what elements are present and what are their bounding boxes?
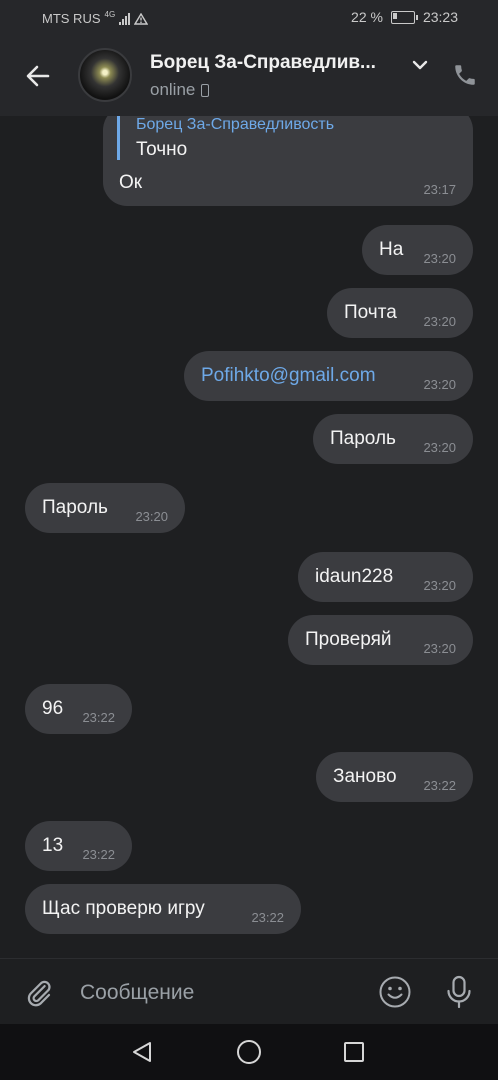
message-text: Пароль bbox=[42, 497, 108, 518]
status-bar: MTS RUS 4G 22 % 23:23 bbox=[0, 0, 498, 36]
phone-icon[interactable] bbox=[452, 62, 478, 88]
message-time: 23:17 bbox=[423, 182, 456, 197]
warning-icon bbox=[134, 12, 149, 25]
message-text: 96 bbox=[42, 698, 64, 719]
message-bubble-outgoing[interactable]: Pofihkto@gmail.com 23:20 bbox=[184, 351, 473, 401]
message-time: 23:20 bbox=[135, 509, 168, 524]
composer-bar: Сообщение bbox=[0, 958, 498, 1025]
message-bubble-outgoing[interactable]: Пароль 23:20 bbox=[313, 414, 473, 464]
nav-home-icon[interactable] bbox=[237, 1040, 261, 1064]
message-text: Ок bbox=[119, 172, 143, 193]
chat-header: Борец За-Справедлив... online bbox=[0, 36, 498, 116]
message-text: Заново bbox=[333, 766, 397, 787]
message-time: 23:22 bbox=[251, 910, 284, 925]
system-nav-bar bbox=[0, 1024, 498, 1080]
message-text: Почта bbox=[344, 302, 397, 323]
message-bubble-outgoing[interactable]: Почта 23:20 bbox=[327, 288, 473, 338]
message-bubble-outgoing[interactable]: На 23:20 bbox=[362, 225, 473, 275]
chat-title[interactable]: Борец За-Справедлив... bbox=[150, 52, 376, 74]
screen: MTS RUS 4G 22 % 23:23 Борец За-Справедли… bbox=[0, 0, 498, 1080]
message-text: На bbox=[379, 239, 404, 260]
message-text: 13 bbox=[42, 835, 64, 856]
message-list[interactable]: Борец За-Справедливость Точно Ок 23:17 Н… bbox=[0, 116, 498, 958]
message-time: 23:20 bbox=[423, 314, 456, 329]
arrow-left-icon[interactable] bbox=[22, 60, 54, 92]
message-time: 23:22 bbox=[82, 847, 115, 862]
signal-icon bbox=[119, 12, 131, 25]
message-time: 23:20 bbox=[423, 377, 456, 392]
message-bubble-outgoing[interactable]: Заново 23:22 bbox=[316, 752, 473, 802]
quote-text: Точно bbox=[136, 139, 188, 160]
carrier-name: MTS RUS bbox=[42, 11, 101, 26]
battery-icon bbox=[390, 10, 418, 24]
email-link[interactable]: Pofihkto@gmail.com bbox=[201, 365, 376, 387]
quote-bar bbox=[117, 116, 120, 160]
message-bubble-incoming[interactable]: Пароль 23:20 bbox=[25, 483, 185, 533]
message-bubble-outgoing[interactable]: Проверяй 23:20 bbox=[288, 615, 473, 665]
message-bubble-incoming[interactable]: 13 23:22 bbox=[25, 821, 132, 871]
nav-recent-apps-icon[interactable] bbox=[344, 1042, 364, 1062]
message-bubble-quoted[interactable]: Борец За-Справедливость Точно Ок 23:17 bbox=[103, 116, 473, 206]
network-type: 4G bbox=[104, 10, 116, 19]
chat-status: online bbox=[150, 80, 210, 100]
nav-back-icon[interactable] bbox=[130, 1040, 154, 1064]
message-bubble-incoming[interactable]: Щас проверю игру 23:22 bbox=[25, 884, 301, 934]
mobile-device-icon bbox=[201, 83, 210, 97]
message-text: Пароль bbox=[330, 428, 396, 449]
avatar[interactable] bbox=[78, 48, 132, 102]
message-input[interactable]: Сообщение bbox=[80, 981, 194, 1005]
chevron-down-icon[interactable] bbox=[410, 58, 430, 72]
smiley-icon[interactable] bbox=[378, 975, 412, 1009]
battery-percent: 22 % bbox=[351, 9, 383, 25]
paperclip-icon[interactable] bbox=[24, 977, 54, 1009]
microphone-icon[interactable] bbox=[444, 975, 474, 1009]
message-time: 23:22 bbox=[82, 710, 115, 725]
message-bubble-incoming[interactable]: 96 23:22 bbox=[25, 684, 132, 734]
message-text: idaun228 bbox=[315, 566, 394, 587]
status-right: 22 % 23:23 bbox=[351, 9, 458, 25]
status-text: online bbox=[150, 80, 196, 99]
message-bubble-outgoing[interactable]: idaun228 23:20 bbox=[298, 552, 473, 602]
clock: 23:23 bbox=[422, 9, 458, 25]
status-left: MTS RUS 4G bbox=[42, 10, 149, 26]
quote-author[interactable]: Борец За-Справедливость bbox=[136, 116, 334, 134]
message-time: 23:20 bbox=[423, 641, 456, 656]
message-time: 23:20 bbox=[423, 578, 456, 593]
message-time: 23:22 bbox=[423, 778, 456, 793]
message-time: 23:20 bbox=[423, 440, 456, 455]
message-text: Щас проверю игру bbox=[42, 898, 205, 919]
message-time: 23:20 bbox=[423, 251, 456, 266]
message-text: Проверяй bbox=[305, 629, 392, 650]
